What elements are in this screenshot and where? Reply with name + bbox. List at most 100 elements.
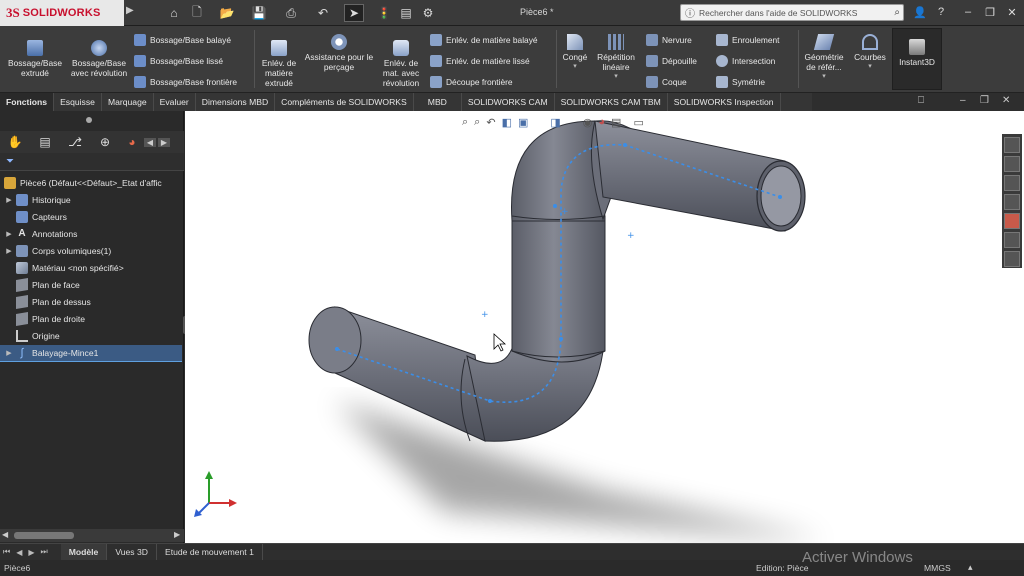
expand-arrow-icon[interactable]: ▶ bbox=[4, 247, 14, 255]
menu-expand-icon[interactable]: ▶ bbox=[126, 5, 136, 21]
edit-appearance-icon[interactable]: ◕ bbox=[598, 116, 605, 132]
search-icon[interactable]: ⌕ bbox=[894, 7, 903, 18]
doc-maximize-icon[interactable]: ❐ bbox=[980, 95, 989, 106]
intersection-button[interactable]: Intersection bbox=[716, 55, 775, 67]
tab-solidworks-cam-tbm[interactable]: SOLIDWORKS CAM TBM bbox=[555, 93, 668, 111]
bossage-frontiere-button[interactable]: Bossage/Base frontière bbox=[134, 76, 237, 88]
prev-tab-icon[interactable]: ◀ bbox=[13, 548, 25, 557]
zoom-fit-icon[interactable]: ⌕ bbox=[462, 116, 468, 132]
design-library-icon[interactable] bbox=[1004, 156, 1020, 172]
apply-scene-icon[interactable]: ▤ bbox=[611, 116, 621, 132]
tree-item-materiau[interactable]: Matériau <non spécifié> bbox=[0, 259, 182, 276]
select-arrow-icon[interactable]: ➤ bbox=[344, 4, 364, 22]
tab-mbd[interactable]: MBD bbox=[414, 93, 462, 111]
dropdown-chevron-icon[interactable]: ▾ bbox=[594, 72, 638, 82]
dropdown-chevron-icon[interactable]: ▾ bbox=[850, 62, 890, 72]
doc-minimize-icon[interactable]: – bbox=[960, 95, 966, 106]
file-properties-icon[interactable]: ▤ bbox=[398, 4, 414, 22]
home-icon[interactable]: ⌂ bbox=[166, 4, 182, 22]
doc-restore-icon[interactable]: ⎕ bbox=[918, 95, 924, 106]
tab-complements[interactable]: Compléments de SOLIDWORKS bbox=[275, 93, 414, 111]
display-style-icon[interactable]: ◨ bbox=[550, 116, 560, 132]
units-chevron-icon[interactable]: ▴ bbox=[968, 562, 973, 573]
tree-horizontal-scrollbar[interactable]: ◀ ▶ bbox=[0, 529, 184, 542]
enlev-lisse-button[interactable]: Enlév. de matière lissé bbox=[430, 55, 530, 67]
zoom-area-icon[interactable]: ⌕ bbox=[474, 116, 480, 132]
filter-icon[interactable]: ⏷ bbox=[6, 156, 14, 167]
enroulement-button[interactable]: Enroulement bbox=[716, 34, 780, 46]
tree-item-capteurs[interactable]: Capteurs bbox=[0, 208, 182, 225]
configuration-tab-icon[interactable]: ⎇ bbox=[60, 135, 90, 149]
tab-modele[interactable]: Modèle bbox=[60, 543, 108, 561]
enlev-extrude-button[interactable]: Enlév. de matière extrudé bbox=[258, 40, 300, 88]
section-view-icon[interactable]: ◧ bbox=[502, 116, 512, 132]
next-tab-icon[interactable]: ▶ bbox=[25, 548, 37, 557]
user-icon[interactable]: 👤 bbox=[912, 3, 928, 21]
scroll-left-icon[interactable]: ◀ bbox=[2, 530, 8, 539]
minimize-icon[interactable]: – bbox=[960, 3, 976, 21]
forum-icon[interactable] bbox=[1004, 251, 1020, 267]
enlev-balaye-button[interactable]: Enlév. de matière balayé bbox=[430, 34, 538, 46]
decoupe-frontiere-button[interactable]: Découpe frontière bbox=[430, 76, 513, 88]
scroll-right-icon[interactable]: ▶ bbox=[174, 530, 180, 539]
tab-fonctions[interactable]: Fonctions bbox=[0, 93, 55, 111]
tabs-scroll-right-icon[interactable]: ▶ bbox=[158, 137, 170, 147]
file-explorer-icon[interactable] bbox=[1004, 175, 1020, 191]
help-search-input[interactable]: ⓘ Rechercher dans l'aide de SOLIDWORKS ⌕ bbox=[680, 4, 904, 21]
tab-solidworks-cam[interactable]: SOLIDWORKS CAM bbox=[462, 93, 555, 111]
first-tab-icon[interactable]: ⏮ bbox=[0, 547, 13, 557]
last-tab-icon[interactable]: ⏭ bbox=[38, 547, 51, 557]
geometrie-reference-button[interactable]: Géométrie de référ... ▾ bbox=[800, 34, 848, 82]
save-icon[interactable]: 💾 bbox=[250, 4, 268, 22]
expand-arrow-icon[interactable]: ▶ bbox=[4, 349, 14, 357]
dropdown-chevron-icon[interactable]: ▾ bbox=[800, 72, 848, 82]
help-icon[interactable]: ? bbox=[934, 3, 948, 21]
symetrie-button[interactable]: Symétrie bbox=[716, 76, 765, 88]
bossage-balaye-button[interactable]: Bossage/Base balayé bbox=[134, 34, 231, 46]
options-gear-icon[interactable]: ⚙ bbox=[420, 4, 436, 22]
scroll-thumb[interactable] bbox=[14, 532, 74, 539]
coque-button[interactable]: Coque bbox=[646, 76, 687, 88]
tab-etude-de-mouvement[interactable]: Etude de mouvement 1 bbox=[157, 543, 263, 561]
display-manager-tab-icon[interactable]: ◕ bbox=[120, 135, 144, 149]
appearances-icon[interactable] bbox=[1004, 213, 1020, 229]
bossage-lisse-button[interactable]: Bossage/Base lissé bbox=[134, 55, 223, 67]
tree-item-plan-de-droite[interactable]: Plan de droite bbox=[0, 310, 182, 327]
tab-dimensions-mbd[interactable]: Dimensions MBD bbox=[196, 93, 276, 111]
view-settings-icon[interactable]: ▭ bbox=[633, 116, 643, 132]
hide-show-icon[interactable]: ◉ bbox=[583, 116, 593, 132]
tab-evaluer[interactable]: Evaluer bbox=[154, 93, 196, 111]
previous-view-icon[interactable]: ↶ bbox=[486, 116, 495, 132]
rebuild-icon[interactable]: 🚦 bbox=[376, 4, 392, 22]
enlev-revolution-button[interactable]: Enlév. de mat. avec révolution bbox=[378, 40, 424, 88]
undo-icon[interactable]: ↶ bbox=[314, 4, 332, 22]
courbes-button[interactable]: Courbes ▾ bbox=[850, 34, 890, 72]
model-view[interactable]: + + + bbox=[185, 111, 1024, 543]
solidworks-resources-icon[interactable] bbox=[1004, 137, 1020, 153]
print-icon[interactable]: ⎙ bbox=[282, 4, 300, 22]
nervure-button[interactable]: Nervure bbox=[646, 34, 692, 46]
restore-icon[interactable]: ❐ bbox=[982, 3, 998, 21]
tree-item-annotations[interactable]: ▶ A Annotations bbox=[0, 225, 182, 242]
graphics-area[interactable]: + + + bbox=[185, 111, 1024, 543]
open-icon[interactable]: 📂 bbox=[218, 4, 236, 22]
dropdown-chevron-icon[interactable]: ▾ bbox=[558, 62, 592, 72]
instant3d-button[interactable]: Instant3D bbox=[892, 28, 942, 90]
assistance-percage-button[interactable]: Assistance pour le perçage bbox=[304, 34, 374, 72]
tab-vues-3d[interactable]: Vues 3D bbox=[107, 543, 157, 561]
solidworks-logo[interactable]: 3S SOLIDWORKS bbox=[0, 0, 124, 26]
panel-grip-icon[interactable] bbox=[86, 117, 92, 123]
tab-esquisse[interactable]: Esquisse bbox=[54, 93, 102, 111]
bossage-revolution-button[interactable]: Bossage/Base avec révolution bbox=[68, 40, 130, 78]
tree-root-part[interactable]: Pièce6 (Défaut<<Défaut>_Etat d'affic bbox=[0, 174, 182, 191]
tree-item-historique[interactable]: ▶ Historique bbox=[0, 191, 182, 208]
dimxpert-tab-icon[interactable]: ⊕ bbox=[90, 135, 120, 149]
view-palette-icon[interactable] bbox=[1004, 194, 1020, 210]
tree-item-plan-de-dessus[interactable]: Plan de dessus bbox=[0, 293, 182, 310]
bossage-extrude-button[interactable]: Bossage/Base extrudé bbox=[4, 40, 66, 78]
new-document-icon[interactable]: 🗋 bbox=[188, 4, 206, 22]
tabs-scroll-left-icon[interactable]: ◀ bbox=[144, 137, 156, 147]
tree-item-balayage-mince1[interactable]: ▶ ∫ Balayage-Mince1 bbox=[0, 345, 182, 362]
close-icon[interactable]: ✕ bbox=[1004, 3, 1020, 21]
tree-item-origine[interactable]: Origine bbox=[0, 327, 182, 344]
